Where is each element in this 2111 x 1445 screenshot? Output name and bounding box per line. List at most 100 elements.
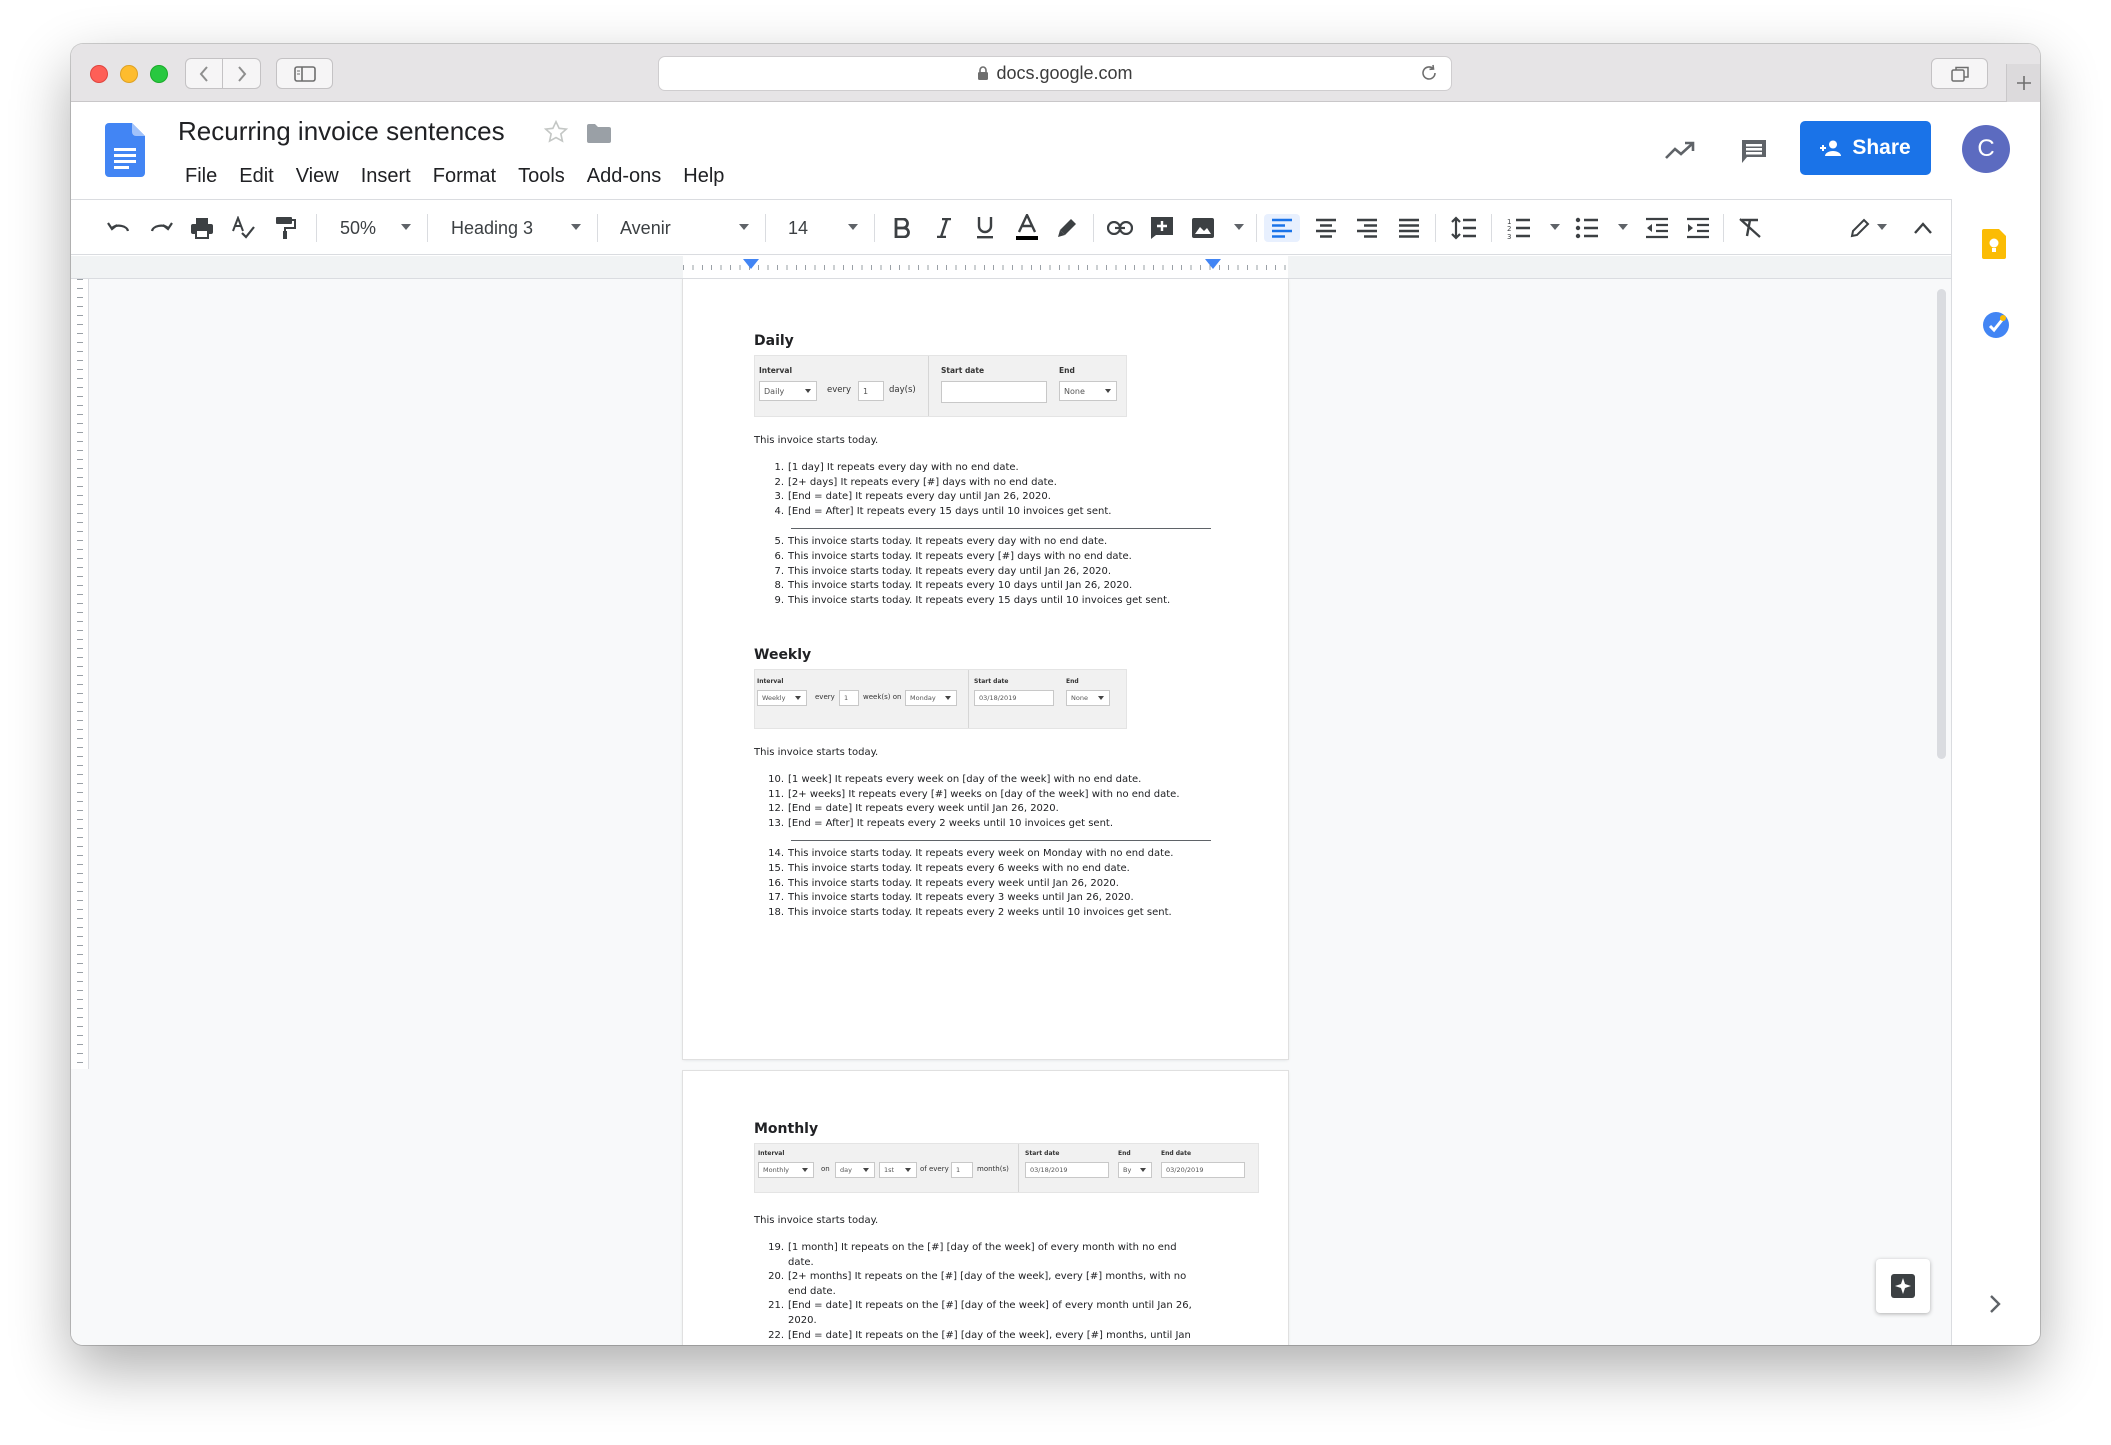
sentence-list: 1. [1 day] It repeats every day with no e…: [754, 461, 1224, 519]
interval-label: Interval: [758, 1150, 785, 1157]
insert-link-button[interactable]: [1106, 214, 1134, 242]
list-item: 1. [1 day] It repeats every day with no e…: [754, 461, 1224, 476]
increase-indent-button[interactable]: [1684, 214, 1712, 242]
print-button[interactable]: [188, 214, 216, 242]
increase-indent-icon: [1687, 217, 1709, 239]
tasks-icon[interactable]: [1982, 311, 2010, 339]
sentence-list: 19. [1 month] It repeats on the [#] [day …: [754, 1241, 1204, 1345]
minimize-window-button[interactable]: [120, 65, 138, 83]
text-color-button[interactable]: [1013, 214, 1041, 242]
redo-button[interactable]: [147, 214, 175, 242]
font-caret-icon: [739, 224, 749, 230]
underline-button[interactable]: [971, 214, 999, 242]
account-avatar[interactable]: C: [1962, 125, 2010, 173]
paragraph-style-select[interactable]: Heading 3: [451, 213, 571, 243]
expand-side-panel-icon[interactable]: [1988, 1294, 2002, 1314]
bold-button[interactable]: [888, 214, 916, 242]
share-button[interactable]: Share: [1800, 121, 1931, 175]
vertical-scrollbar[interactable]: [1937, 289, 1946, 759]
print-icon: [191, 218, 213, 239]
menu-view[interactable]: View: [285, 165, 350, 188]
horizontal-ruler: [71, 256, 1951, 279]
menu-addons[interactable]: Add-ons: [576, 165, 673, 188]
menu-format[interactable]: Format: [422, 165, 507, 188]
left-indent-marker[interactable]: [743, 259, 759, 269]
paint-format-button[interactable]: [271, 214, 299, 242]
item-text: This invoice starts today. It repeats ev…: [788, 594, 1171, 606]
folder-icon[interactable]: [586, 123, 612, 144]
ruler-track[interactable]: [683, 256, 1288, 278]
toolbar-separator: [597, 214, 598, 242]
menu-edit[interactable]: Edit: [228, 165, 284, 188]
numbered-list-icon: 123: [1507, 218, 1530, 239]
new-tab-button[interactable]: [2006, 64, 2040, 102]
section-intro: This invoice starts today.: [754, 747, 879, 758]
address-bar[interactable]: docs.google.com: [658, 56, 1452, 91]
end-label: End: [1059, 366, 1075, 375]
form-divider: [968, 670, 969, 728]
numbered-list-button[interactable]: 123: [1505, 214, 1533, 242]
item-number: 8.: [774, 580, 784, 592]
decrease-indent-button[interactable]: [1643, 214, 1671, 242]
forward-button[interactable]: [223, 58, 261, 89]
browser-window: docs.google.com Recurring invoice senten…: [71, 44, 2040, 1345]
comment-history-icon[interactable]: [1739, 137, 1769, 167]
menu-help[interactable]: Help: [672, 165, 735, 188]
of-every-label: of every: [920, 1165, 949, 1173]
end-select: None: [1059, 381, 1117, 401]
right-indent-marker[interactable]: [1205, 259, 1221, 269]
toolbar-separator: [1723, 214, 1724, 242]
item-text: [End = After] It repeats every 15 days u…: [788, 505, 1112, 517]
every-label: every: [815, 693, 835, 701]
align-center-button[interactable]: [1312, 214, 1340, 242]
italic-button[interactable]: [930, 214, 958, 242]
menu-tools[interactable]: Tools: [507, 165, 576, 188]
bulleted-list-button[interactable]: [1573, 214, 1601, 242]
add-comment-button[interactable]: [1148, 214, 1176, 242]
undo-button[interactable]: [105, 214, 133, 242]
list-item: 9. This invoice starts today. It repeats …: [754, 594, 1224, 609]
unit-label: day(s): [889, 385, 916, 395]
document-canvas[interactable]: Daily Interval Daily every 1 day(s) Star…: [71, 279, 1951, 1345]
toolbar-separator: [1256, 214, 1257, 242]
zoom-select[interactable]: 50%: [340, 213, 440, 243]
close-window-button[interactable]: [90, 65, 108, 83]
zoom-window-button[interactable]: [150, 65, 168, 83]
item-number: 18.: [768, 906, 784, 918]
highlight-button[interactable]: [1054, 214, 1082, 242]
form-divider: [928, 356, 929, 416]
justify-button[interactable]: [1395, 214, 1423, 242]
document-page[interactable]: Monthly Interval Monthly on day 1st of e…: [683, 1071, 1288, 1345]
align-left-button[interactable]: [1264, 214, 1300, 242]
hide-menus-button[interactable]: [1909, 214, 1937, 242]
list-item: 10. [1 week] It repeats every week on [da…: [754, 773, 1224, 788]
line-spacing-icon: [1451, 216, 1476, 240]
menu-file[interactable]: File: [174, 165, 228, 188]
docs-logo-icon[interactable]: [105, 123, 145, 177]
end-select: None: [1066, 690, 1110, 706]
document-title[interactable]: Recurring invoice sentences: [178, 116, 505, 147]
activity-dashboard-icon[interactable]: [1664, 141, 1696, 161]
item-text: [End = date] It repeats every week until…: [788, 803, 1059, 815]
reload-icon[interactable]: [1419, 63, 1439, 83]
tab-overview-button[interactable]: [1931, 58, 1988, 89]
horizontal-rule: [791, 528, 1211, 530]
spellcheck-button[interactable]: [229, 214, 257, 242]
insert-image-button[interactable]: [1189, 214, 1217, 242]
font-size-select[interactable]: 14: [788, 213, 848, 243]
font-select[interactable]: Avenir: [620, 213, 740, 243]
keep-icon[interactable]: [1982, 229, 2006, 259]
line-spacing-button[interactable]: [1450, 214, 1478, 242]
item-text: This invoice starts today. It repeats ev…: [788, 550, 1132, 562]
sidebar-toggle-button[interactable]: [276, 58, 333, 89]
menu-insert[interactable]: Insert: [350, 165, 422, 188]
align-right-button[interactable]: [1353, 214, 1381, 242]
document-page[interactable]: Daily Interval Daily every 1 day(s) Star…: [683, 279, 1288, 1059]
back-button[interactable]: [185, 58, 223, 89]
size-caret-icon: [848, 224, 858, 230]
svg-text:2: 2: [1507, 225, 1511, 233]
item-number: 19.: [768, 1242, 784, 1253]
star-icon[interactable]: [543, 119, 569, 145]
explore-button[interactable]: [1876, 1259, 1930, 1313]
clear-formatting-button[interactable]: [1736, 214, 1764, 242]
